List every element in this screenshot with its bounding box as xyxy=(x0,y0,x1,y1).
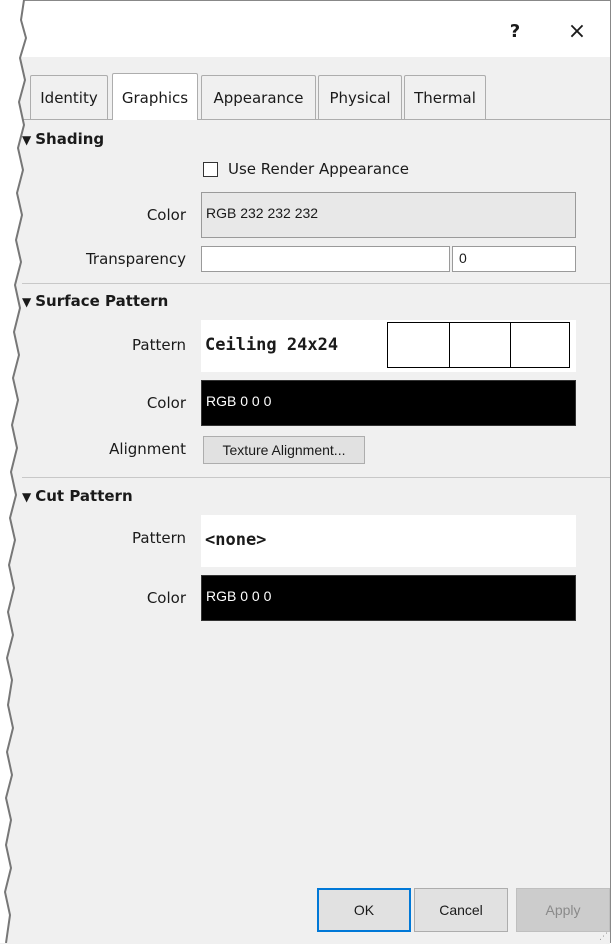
tab-identity[interactable]: Identity xyxy=(30,75,108,119)
pattern-preview xyxy=(387,322,570,368)
ok-button[interactable]: OK xyxy=(317,888,411,932)
transparency-label: Transparency xyxy=(85,250,186,268)
surface-pattern-field[interactable]: Ceiling 24x24 xyxy=(201,320,576,372)
tab-strip: Identity Graphics Appearance Physical Th… xyxy=(0,73,610,120)
section-cut-pattern-title: Cut Pattern xyxy=(35,487,133,505)
tab-physical[interactable]: Physical xyxy=(318,75,402,119)
torn-edge-decoration xyxy=(0,0,28,943)
surface-color-label: Color xyxy=(146,394,186,412)
alignment-label: Alignment xyxy=(109,440,186,458)
cut-pattern-label: Pattern xyxy=(132,529,186,547)
apply-button[interactable]: Apply xyxy=(516,888,610,932)
pattern-grid-line xyxy=(449,323,450,367)
tab-graphics[interactable]: Graphics xyxy=(112,73,198,120)
section-surface-pattern-header[interactable]: ▼ Surface Pattern xyxy=(22,292,168,310)
use-render-appearance-checkbox[interactable] xyxy=(203,162,218,177)
tab-thermal[interactable]: Thermal xyxy=(404,75,486,119)
pattern-grid-line xyxy=(510,323,511,367)
surface-pattern-label: Pattern xyxy=(132,336,186,354)
cancel-button[interactable]: Cancel xyxy=(414,888,508,932)
close-button[interactable]: × xyxy=(560,17,594,47)
shading-color-label: Color xyxy=(146,206,186,224)
cut-color-label: Color xyxy=(146,589,186,607)
cut-pattern-value: <none> xyxy=(205,530,267,550)
surface-color-field[interactable]: RGB 0 0 0 xyxy=(201,380,576,426)
texture-alignment-button[interactable]: Texture Alignment... xyxy=(203,436,365,464)
section-shading-title: Shading xyxy=(35,130,105,148)
shading-color-value: RGB 232 232 232 xyxy=(206,205,319,221)
dialog-footer: OK Cancel Apply ⋰ xyxy=(0,878,610,944)
tab-appearance[interactable]: Appearance xyxy=(201,75,316,119)
surface-color-value: RGB 0 0 0 xyxy=(206,393,272,409)
title-bar: ? × xyxy=(0,1,610,57)
use-render-appearance-label: Use Render Appearance xyxy=(228,160,410,178)
section-surface-pattern-title: Surface Pattern xyxy=(35,292,169,310)
section-cut-pattern-header[interactable]: ▼ Cut Pattern xyxy=(22,487,133,505)
transparency-slider[interactable] xyxy=(201,246,450,272)
transparency-value-field[interactable]: 0 xyxy=(452,246,576,272)
cut-pattern-field[interactable]: <none> xyxy=(201,515,576,567)
shading-color-field[interactable]: RGB 232 232 232 xyxy=(201,192,576,238)
surface-pattern-value: Ceiling 24x24 xyxy=(205,335,339,355)
section-shading-header[interactable]: ▼ Shading xyxy=(22,130,104,148)
section-divider xyxy=(22,477,610,478)
cut-color-value: RGB 0 0 0 xyxy=(206,588,272,604)
help-button[interactable]: ? xyxy=(500,17,530,47)
section-divider xyxy=(22,283,610,284)
cut-color-field[interactable]: RGB 0 0 0 xyxy=(201,575,576,621)
material-properties-dialog: ? × Identity Graphics Appearance Physica… xyxy=(0,0,611,944)
resize-grip-icon[interactable]: ⋰ xyxy=(599,932,608,942)
graphics-panel: ▼ Shading Use Render Appearance Color RGB… xyxy=(0,120,610,878)
